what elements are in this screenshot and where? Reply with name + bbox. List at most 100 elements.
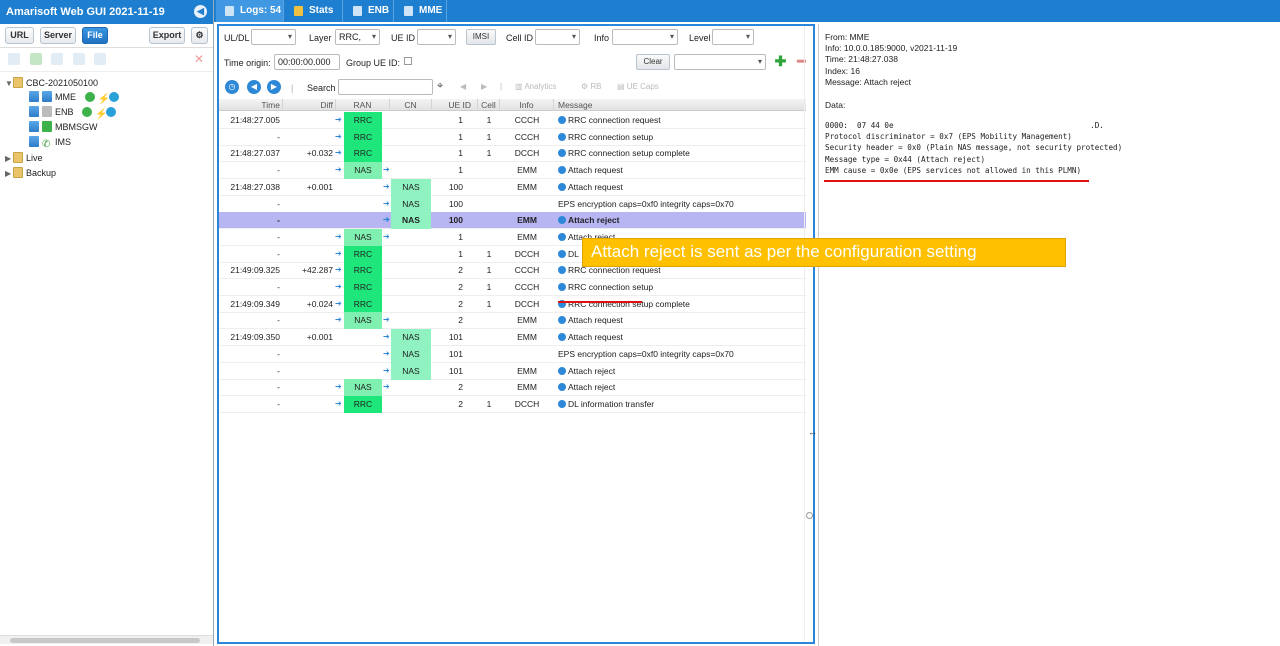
table-row[interactable]: - ➔ RRC 1 1 CCCH RRC connection setup [219, 128, 806, 146]
message-text: EPS encryption caps=0xf0 integrity caps=… [558, 198, 734, 209]
prev-result-icon[interactable]: ◀ [460, 82, 466, 91]
file-button[interactable]: File [82, 27, 108, 44]
table-row[interactable]: 21:48:27.005 ➔ RRC 1 1 CCCH RRC connection req… [219, 112, 806, 129]
layer-select[interactable]: RRC, [335, 29, 380, 45]
cell-diff: +0.032 [306, 148, 333, 159]
add-icon[interactable]: ✚ [774, 54, 787, 68]
col-ueid[interactable]: UE ID [432, 99, 478, 111]
cell-ueid: 1 [458, 115, 463, 125]
table-row[interactable]: - ➔ NAS ➔ 2 EMM Attach reject [219, 379, 806, 397]
tree-node-mbmsgw[interactable]: MBMSGW [29, 120, 98, 134]
copy-icon[interactable] [51, 53, 63, 65]
message-text: Attach request [568, 315, 623, 326]
uldl-select[interactable] [251, 29, 296, 45]
info-icon [558, 166, 566, 175]
play-icon[interactable] [108, 92, 119, 102]
tree-node-live[interactable]: ▶ Live [5, 151, 43, 165]
cell-diff [283, 196, 333, 212]
close-icon[interactable]: ✕ [194, 52, 204, 66]
bolt-icon: ⚡ [95, 109, 108, 120]
info-label: Info [594, 33, 610, 43]
search-input[interactable] [338, 79, 433, 95]
table-row[interactable]: - ➔ NAS 101 EMM Attach reject [219, 362, 806, 380]
horizontal-scrollbar[interactable] [0, 635, 213, 644]
expand-icon[interactable]: ▶ [5, 152, 13, 166]
group-ueid-checkbox[interactable] [404, 57, 412, 65]
ueid-select[interactable] [417, 29, 456, 45]
cell-time: - [277, 365, 280, 376]
tree-node-mme[interactable]: MME ⚡ [29, 90, 122, 105]
forward-icon[interactable]: ▶ [267, 80, 281, 94]
cellid-select[interactable] [535, 29, 580, 45]
cell-cn: NAS [391, 345, 431, 363]
export-button[interactable]: Export [149, 27, 185, 44]
server-button[interactable]: Server [40, 27, 76, 44]
cell-cell: 1 [486, 265, 492, 276]
table-row[interactable]: - ➔ NAS ➔ 1 EMM Attach request [219, 162, 806, 180]
tab-mme[interactable]: MME [395, 0, 447, 22]
check-icon[interactable] [30, 53, 42, 65]
move-icon[interactable] [94, 53, 106, 65]
ue-caps-button[interactable]: ▤ UE Caps [617, 82, 659, 91]
info-select[interactable] [612, 29, 678, 45]
col-message[interactable]: Message [554, 99, 806, 111]
clear-button[interactable]: Clear [636, 54, 670, 70]
arrow-right-icon: ➔ [383, 198, 390, 208]
server-icon [29, 106, 39, 117]
search-icon[interactable] [8, 53, 20, 65]
tree-node-root[interactable]: ▼ CBC-2021050100 [5, 76, 98, 90]
imsi-button[interactable]: IMSI [466, 29, 496, 45]
play-icon[interactable] [106, 107, 117, 117]
analytics-button[interactable]: ▥ Analytics [515, 82, 556, 91]
tree-node-backup[interactable]: ▶ Backup [5, 166, 56, 180]
vertical-scrollbar[interactable] [804, 26, 813, 642]
cell-diff [283, 229, 333, 245]
tab-logs[interactable]: Logs: 54 [216, 0, 284, 22]
table-row[interactable]: - ➔ RRC 2 1 DCCH DL information transfer [219, 395, 806, 413]
time-origin-input[interactable]: 00:00:00.000 [274, 54, 340, 70]
cell-cell [478, 229, 500, 245]
message-text: RRC connection setup [568, 131, 654, 142]
tab-enb[interactable]: ENB [344, 0, 394, 22]
table-row[interactable]: 21:48:27.037 +0.032 ➔ RRC 1 1 DCCH RRC connecti… [219, 145, 806, 163]
cell-info: DCCH [514, 298, 540, 309]
table-row[interactable]: - ➔ NAS 100 EMM Attach reject [219, 212, 806, 230]
collapse-panel-icon[interactable]: ◀ [194, 5, 207, 18]
logs-icon [225, 6, 234, 16]
message-text: Attach request [568, 165, 623, 176]
table-row[interactable]: 21:49:09.349 +0.024 ➔ RRC 2 1 DCCH RRC connecti… [219, 295, 806, 313]
table-row[interactable]: - ➔ NAS 101 EPS encryption caps=0xf0 integri… [219, 345, 806, 363]
binoculars-icon[interactable]: ⌖ [437, 80, 443, 93]
col-ran[interactable]: RAN [336, 99, 390, 111]
preset-select[interactable] [674, 54, 766, 70]
table-row[interactable]: 21:48:27.038 +0.001 ➔ NAS 100 EMM Attach reque… [219, 178, 806, 196]
rb-button[interactable]: ⚙ RB [581, 82, 602, 91]
level-select[interactable] [712, 29, 754, 45]
clock-icon[interactable]: ◷ [225, 80, 239, 94]
expand-icon[interactable]: ▶ [5, 167, 13, 181]
table-row[interactable]: - ➔ RRC 2 1 CCCH RRC connection setup [219, 279, 806, 296]
tree-node-ims[interactable]: ✆ IMS [29, 135, 71, 150]
next-result-icon[interactable]: ▶ [481, 82, 487, 91]
table-row[interactable]: - ➔ NAS ➔ 2 EMM Attach request [219, 312, 806, 330]
col-time[interactable]: Time [219, 99, 283, 111]
layer-label: Layer [309, 33, 332, 43]
status-ok-icon [84, 92, 95, 102]
cell-message: Attach request [558, 312, 803, 328]
table-row[interactable]: - ➔ NAS 100 EPS encryption caps=0xf0 integri… [219, 195, 806, 213]
refresh-icon[interactable] [73, 53, 85, 65]
col-cell[interactable]: Cell [478, 99, 500, 111]
tab-stats[interactable]: Stats [285, 0, 343, 22]
url-button[interactable]: URL [5, 27, 34, 44]
col-info[interactable]: Info [500, 99, 554, 111]
col-diff[interactable]: Diff [283, 99, 336, 111]
cell-time: 21:49:09.349 [230, 298, 280, 309]
tab-bar: Logs: 54 Stats ENB MME [214, 0, 1280, 22]
col-cn[interactable]: CN [390, 99, 432, 111]
back-icon[interactable]: ◀ [247, 80, 261, 94]
expand-icon[interactable]: ▼ [5, 77, 13, 91]
table-row[interactable]: 21:49:09.350 +0.001 ➔ NAS 101 EMM Attach reque… [219, 329, 806, 347]
tree-node-enb[interactable]: ENB ⚡ [29, 105, 119, 120]
cell-time: - [277, 398, 280, 409]
settings-icon[interactable]: ⚙ [191, 27, 208, 44]
